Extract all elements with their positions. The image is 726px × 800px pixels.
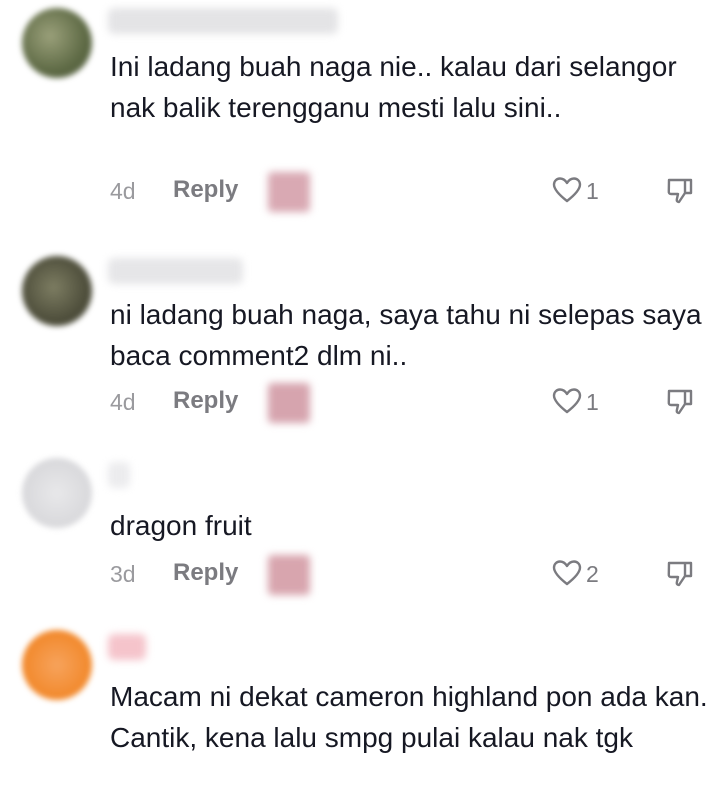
dislike-button[interactable] <box>665 557 697 593</box>
like-button[interactable]: 1 <box>552 174 622 210</box>
username-blurred[interactable] <box>108 8 338 34</box>
comment-actions: 4d Reply 1 <box>110 172 710 212</box>
like-count: 2 <box>586 561 599 587</box>
username-blurred[interactable] <box>108 258 243 284</box>
username-blurred[interactable] <box>108 634 146 660</box>
heart-icon <box>552 177 582 203</box>
comment-text: ni ladang buah naga, saya tahu ni selepa… <box>110 299 702 371</box>
like-count: 1 <box>586 389 599 415</box>
comment-time: 4d <box>110 389 136 415</box>
heart-icon <box>552 388 582 414</box>
reply-preview-blurred[interactable] <box>268 383 310 423</box>
comment-time: 3d <box>110 561 136 587</box>
reply-button[interactable]: Reply <box>173 176 238 204</box>
avatar[interactable] <box>22 458 92 528</box>
thumbs-down-icon <box>667 178 693 204</box>
thumbs-down-icon <box>667 389 693 415</box>
like-count: 1 <box>586 178 599 204</box>
avatar[interactable] <box>22 256 92 326</box>
reply-preview-blurred[interactable] <box>268 555 310 595</box>
reply-button[interactable]: Reply <box>173 559 238 587</box>
dislike-button[interactable] <box>665 174 697 210</box>
comment-text: Ini ladang buah naga nie.. kalau dari se… <box>110 51 677 123</box>
comment-text: Macam ni dekat cameron highland pon ada … <box>110 681 708 753</box>
like-button[interactable]: 1 <box>552 385 622 421</box>
dislike-button[interactable] <box>665 385 697 421</box>
reply-preview-blurred[interactable] <box>268 172 310 212</box>
comment-actions: 3d Reply 2 <box>110 555 710 595</box>
comment-time: 4d <box>110 178 136 204</box>
like-button[interactable]: 2 <box>552 557 622 593</box>
username-blurred[interactable] <box>108 462 130 488</box>
reply-button[interactable]: Reply <box>173 387 238 415</box>
comment-text: dragon fruit <box>110 510 252 541</box>
thumbs-down-icon <box>667 561 693 587</box>
avatar[interactable] <box>22 630 92 700</box>
avatar[interactable] <box>22 8 92 78</box>
heart-icon <box>552 560 582 586</box>
comment-actions: 4d Reply 1 <box>110 383 710 423</box>
